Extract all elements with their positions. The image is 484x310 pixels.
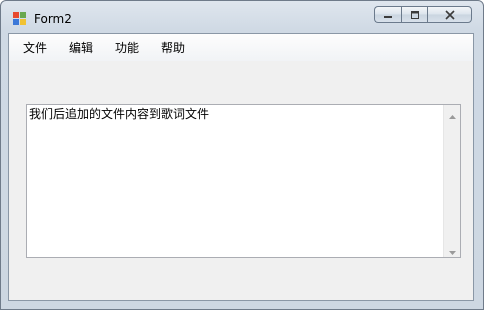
- menu-item-file[interactable]: 文件: [16, 36, 54, 59]
- title-bar[interactable]: Form2: [1, 1, 483, 33]
- textbox-text: 我们后追加的文件内容到歌词文件: [29, 107, 210, 121]
- scroll-down-button[interactable]: [444, 241, 460, 257]
- window-title: Form2: [34, 12, 72, 26]
- vertical-scrollbar[interactable]: [443, 105, 460, 257]
- scroll-up-button[interactable]: [444, 105, 460, 121]
- app-icon: [13, 11, 27, 25]
- minimize-button[interactable]: [374, 6, 401, 23]
- client-area: 文件 编辑 功能 帮助 我们后追加的文件内容到歌词文件: [8, 33, 474, 301]
- menu-item-help[interactable]: 帮助: [154, 36, 192, 59]
- menu-item-edit[interactable]: 编辑: [62, 36, 100, 59]
- menu-item-function[interactable]: 功能: [108, 36, 146, 59]
- close-button[interactable]: [427, 6, 472, 23]
- close-icon: [444, 5, 455, 24]
- maximize-icon: [410, 5, 420, 24]
- scroll-up-arrow-icon: [448, 104, 456, 123]
- caption-buttons: [374, 6, 472, 24]
- menu-bar: 文件 编辑 功能 帮助: [9, 34, 473, 61]
- minimize-icon: [383, 5, 393, 24]
- app-window: Form2 文件 编辑 功能 帮助 我们后追加的文件内容到歌词文件: [0, 0, 484, 310]
- content-textbox[interactable]: 我们后追加的文件内容到歌词文件: [26, 104, 461, 258]
- scroll-down-arrow-icon: [448, 240, 456, 259]
- maximize-button[interactable]: [401, 6, 427, 23]
